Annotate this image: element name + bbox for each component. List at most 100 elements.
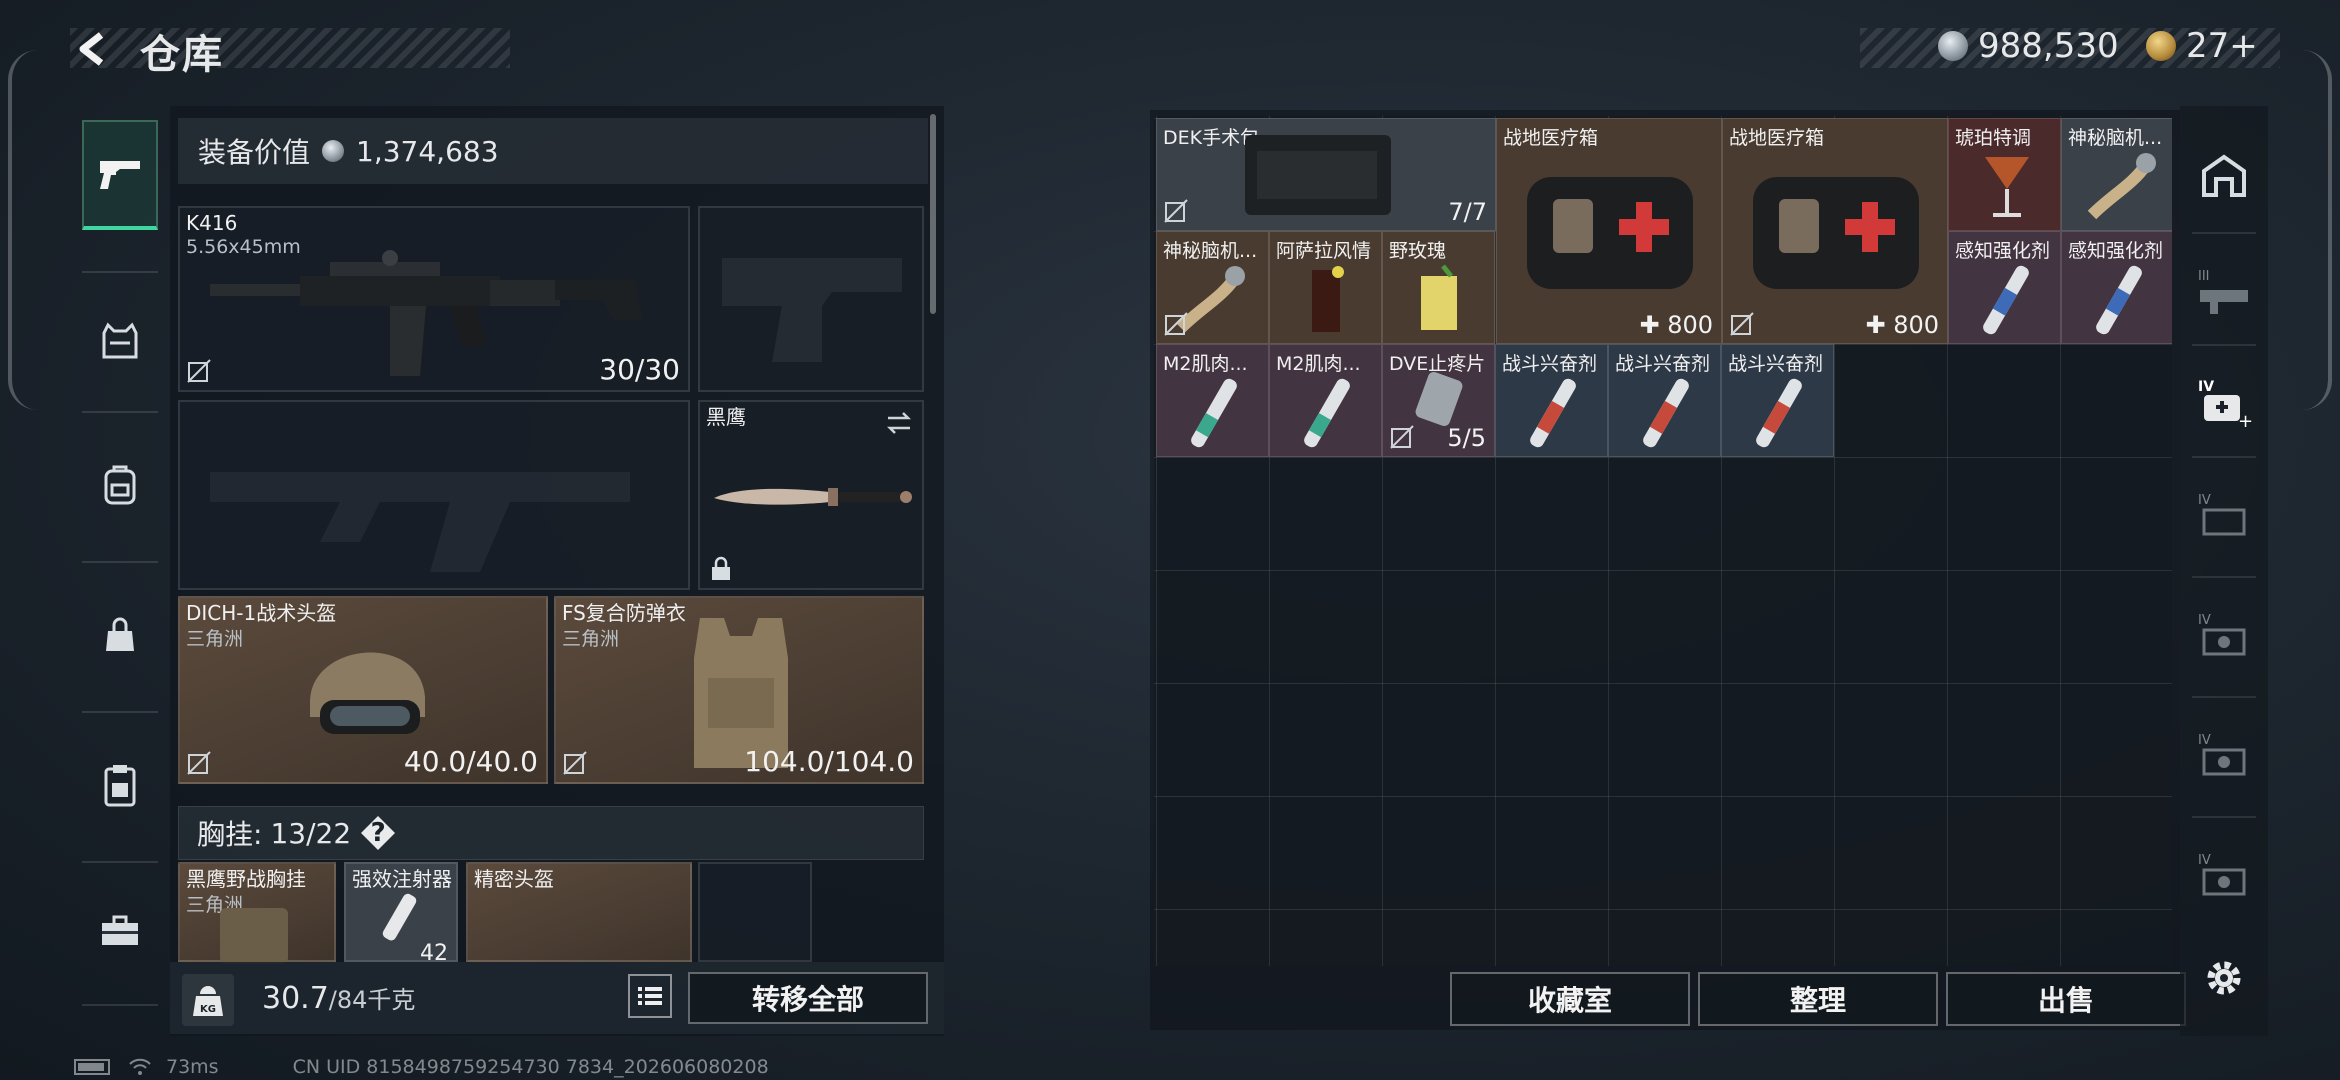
body-armor-slot[interactable]: FS复合防弹衣 三角洲 104.0/104.0 (554, 596, 924, 784)
stash-item-brain-chip[interactable]: 神秘脑机... (2061, 118, 2172, 231)
battery-icon (74, 1059, 110, 1075)
stash-item-combat-stimulant[interactable]: 战斗兴奋剂 (1495, 344, 1608, 457)
item-name: 阿萨拉风情 (1276, 240, 1372, 262)
gold-currency[interactable]: 27+ (2146, 26, 2258, 66)
weapons-tab-III-icon: III (2198, 269, 2248, 314)
tab-IV-a-icon: IV (2198, 493, 2246, 536)
tab-iv-c[interactable]: IV (2192, 710, 2256, 800)
list-icon (638, 987, 662, 1005)
stash-item-combat-stimulant[interactable]: 战斗兴奋剂 (1721, 344, 1834, 457)
tab-IV-d-icon: IV (2198, 853, 2246, 896)
list-view-button[interactable] (628, 974, 672, 1018)
nav-weapon[interactable] (82, 120, 158, 230)
brain-device-icon (2087, 153, 2156, 220)
stash-item-brain-chip[interactable]: 神秘脑机... (1156, 231, 1269, 344)
nav-bag[interactable] (82, 580, 158, 690)
tab-iv-b[interactable]: IV (2192, 590, 2256, 680)
equipment-value-label: 装备价值 (198, 136, 311, 169)
weight-readout: 30.7/84千克 (262, 980, 415, 1016)
svg-text:IV: IV (2198, 733, 2211, 748)
weight-icon: KG (182, 974, 234, 1026)
armor-brand: 三角洲 (562, 628, 620, 650)
item-durability: ✚ 800 (1639, 311, 1713, 339)
tab-iv-d[interactable]: IV (2192, 830, 2256, 920)
toolbox-icon (102, 915, 138, 945)
right-frame-arc (2302, 50, 2332, 410)
stash-item-combat-stimulant[interactable]: 战斗兴奋剂 (1608, 344, 1721, 457)
item-value: 800 (1667, 311, 1713, 339)
loadout-scrollbar[interactable] (930, 114, 936, 314)
help-icon[interactable]: ? (359, 814, 397, 852)
rail-divider (2192, 456, 2256, 458)
collection-room-button[interactable]: 收藏室 (1450, 972, 1690, 1026)
weapons-tab-iii[interactable]: III (2192, 246, 2256, 336)
item-name: M2肌肉... (1276, 353, 1361, 375)
cocktail-glass-icon (1421, 264, 1457, 330)
item-name: 感知强化剂 (2068, 240, 2164, 262)
unlinked-icon (563, 751, 587, 775)
tab-iv-a[interactable]: IV (2192, 470, 2256, 560)
rail-divider (2192, 344, 2256, 346)
stash-item-m2-muscle[interactable]: M2肌肉... (1156, 344, 1269, 457)
medical-tab-iv[interactable]: IV + (2192, 358, 2256, 448)
sell-button[interactable]: 出售 (1946, 972, 2186, 1026)
silver-coin-icon (322, 140, 345, 162)
drink-glass-icon (1312, 266, 1344, 332)
silver-coin-icon (1938, 31, 1968, 61)
sidearm-slot-empty[interactable] (698, 206, 924, 392)
item-count: 5/5 (1447, 424, 1486, 452)
lock-icon (712, 556, 730, 580)
primary-weapon-slot[interactable]: K416 5.56x45mm 30/30 (178, 206, 690, 392)
stash-item-wild-rose[interactable]: 野玫瑰 (1382, 231, 1495, 344)
item-durability: ✚ 800 (1865, 311, 1939, 339)
stash-item-amber-cocktail[interactable]: 琥珀特调 (1948, 118, 2061, 231)
swap-icon[interactable] (884, 410, 914, 436)
nav-divider (82, 561, 158, 563)
stash-item-asala-drink[interactable]: 阿萨拉风情 (1269, 231, 1382, 344)
stash-item-field-medkit[interactable]: 战地医疗箱 ✚ 800 (1722, 118, 1948, 344)
nav-toolbox[interactable] (82, 876, 158, 986)
armor-durability: 104.0/104.0 (744, 745, 914, 778)
ping-value: 73ms (166, 1056, 219, 1078)
helmet-slot[interactable]: DICH-1战术头盔 三角洲 40.0/40.0 (178, 596, 548, 784)
stash-item-m2-muscle[interactable]: M2肌肉... (1269, 344, 1382, 457)
nav-backpack[interactable] (82, 430, 158, 540)
stash-item-perception-booster[interactable]: 感知强化剂 (1948, 231, 2061, 344)
organize-button[interactable]: 整理 (1698, 972, 1938, 1026)
tactical-vest-icon (220, 908, 288, 964)
stash-tabs-rail: III IV + IV IV IV IV (2180, 106, 2268, 1036)
helmet-durability: 40.0/40.0 (403, 745, 538, 778)
tab-IV-b-icon: IV (2198, 613, 2246, 656)
rig-item-vest[interactable]: 黑鹰野战胸挂 三角洲 (178, 862, 336, 964)
transfer-all-button[interactable]: 转移全部 (688, 972, 928, 1024)
stash-item-dve-painkiller[interactable]: DVE止疼片 5/5 (1382, 344, 1495, 457)
wifi-icon (129, 1058, 151, 1075)
item-name: M2肌肉... (1163, 353, 1248, 375)
uid-text: CN UID 8158498759254730 7834_20260608020… (292, 1056, 769, 1078)
nav-clipboard[interactable] (82, 730, 158, 840)
stash-item-surgery-kit[interactable]: DEK手术包 7/7 (1156, 118, 1496, 231)
pistol-placeholder-icon (722, 258, 902, 362)
secondary-weapon-slot-empty[interactable] (178, 400, 690, 590)
surgery-kit-icon (1245, 135, 1391, 215)
rig-item-injector[interactable]: 强效注射器 42 (344, 862, 458, 966)
weight-unit-mark: KG (200, 1004, 216, 1015)
stash-item-perception-booster[interactable]: 感知强化剂 (2061, 231, 2172, 344)
nav-divider (82, 411, 158, 413)
rig-item-empty[interactable] (698, 862, 812, 962)
stash-item-field-medkit[interactable]: 战地医疗箱 ✚ 800 (1496, 118, 1722, 344)
back-button[interactable] (70, 24, 116, 74)
settings-button[interactable] (2196, 950, 2252, 1006)
armor-name: FS复合防弹衣 (562, 601, 686, 625)
svg-text:IV: IV (2198, 613, 2211, 628)
nav-armor[interactable] (82, 286, 158, 396)
svg-text:+: + (2238, 411, 2252, 429)
rig-item-helmet[interactable]: 精密头盔 (466, 862, 692, 962)
clipboard-icon (104, 765, 136, 807)
svg-text:IV: IV (2198, 379, 2214, 395)
stash-tab[interactable] (2192, 130, 2256, 220)
unlinked-icon (1390, 425, 1414, 449)
tab-IV-c-icon: IV (2198, 733, 2246, 776)
silver-currency[interactable]: 988,530 (1938, 26, 2119, 66)
melee-slot[interactable]: 黑鹰 (698, 400, 924, 590)
